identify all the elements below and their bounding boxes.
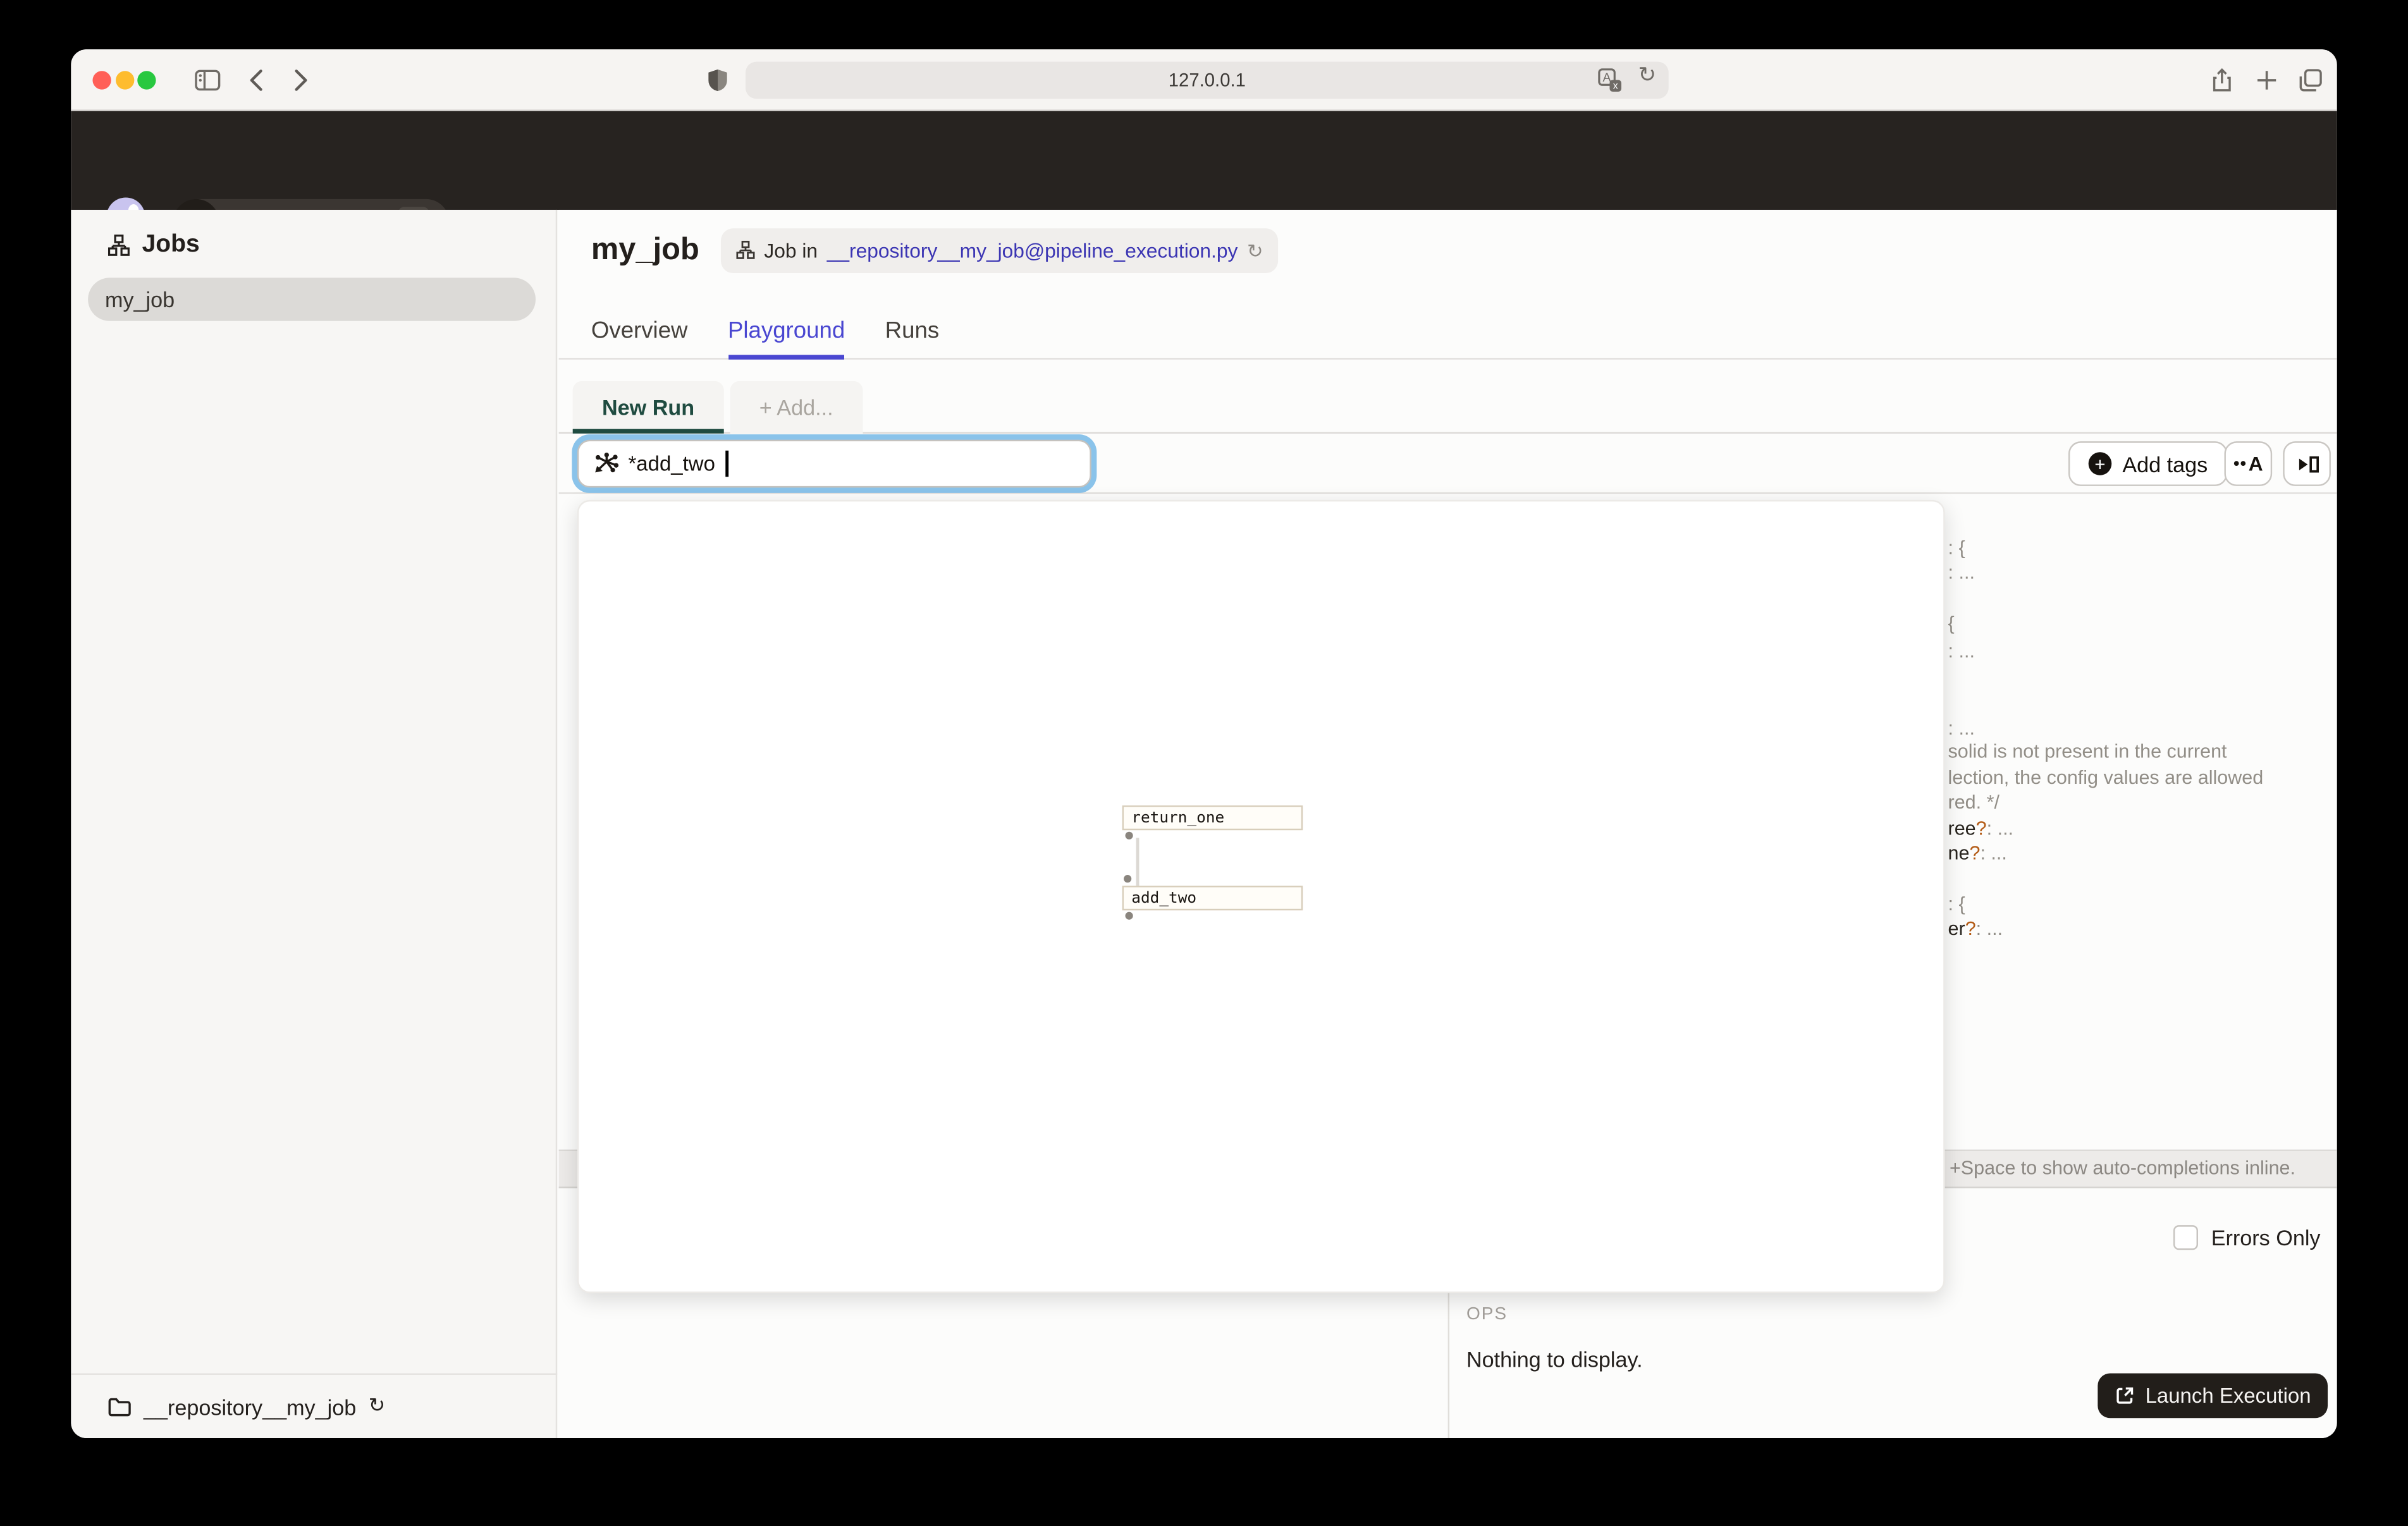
close-window-button[interactable]	[92, 71, 111, 90]
job-badge-reload-icon[interactable]: ↻	[1247, 238, 1263, 262]
add-tags-label: Add tags	[2122, 451, 2208, 477]
shortcuts-dots-icon: ••	[2233, 454, 2247, 473]
app-header: Search... / Runs Assets Status Workspace…	[71, 111, 2337, 247]
screenshot-stage: 127.0.0.1 Ax ↻ Jobs my_job __repository_…	[0, 0, 2408, 1526]
jobs-sidebar: Jobs my_job __repository__my_job ↻	[71, 209, 558, 1439]
graph-node-add-two[interactable]: add_two	[1122, 886, 1303, 911]
repository-reload-icon[interactable]: ↻	[369, 1395, 386, 1419]
tab-runs[interactable]: Runs	[885, 318, 940, 360]
repository-footer[interactable]: __repository__my_job ↻	[71, 1373, 558, 1438]
toggle-panel-button[interactable]	[2283, 441, 2331, 486]
job-badge-prefix: Job in	[764, 238, 818, 262]
tab-add-config[interactable]: + Add...	[730, 381, 863, 434]
output-dot	[1125, 831, 1133, 839]
run-config-tabs: New Run + Add...	[558, 381, 2337, 434]
launch-execution-label: Launch Execution	[2145, 1384, 2311, 1408]
op-graph-flyout: return_one add_two	[577, 499, 1945, 1293]
external-link-icon	[2115, 1386, 2135, 1406]
reload-page-icon[interactable]: ↻	[1638, 63, 1657, 88]
op-selector-input[interactable]: *add_two	[577, 439, 1091, 488]
svg-text:x: x	[1613, 81, 1618, 92]
play-panel-icon	[2295, 451, 2319, 476]
ops-empty-message: Nothing to display.	[1466, 1346, 1643, 1372]
tab-overview[interactable]: Overview	[591, 318, 688, 360]
errors-only-checkbox[interactable]	[2173, 1225, 2197, 1250]
config-line: ree?: ...	[1948, 817, 2014, 839]
config-line: {	[1948, 613, 1955, 635]
text-cursor	[725, 450, 728, 477]
main-content: my_job Job in __repository__my_job@pipel…	[558, 209, 2337, 1439]
config-line: : {	[1948, 537, 1965, 559]
folder-icon	[108, 1396, 132, 1417]
jobs-section-title: Jobs	[142, 231, 200, 258]
autocomplete-hint: +Space to show auto-completions inline.	[1949, 1157, 2295, 1179]
jobs-icon	[108, 235, 130, 256]
add-tags-button[interactable]: + Add tags	[2068, 441, 2228, 486]
config-line: : ...	[1948, 561, 1975, 583]
share-icon[interactable]	[2211, 68, 2234, 92]
playground-toolbar: *add_two + Add tags •• A	[558, 434, 2337, 494]
config-line: red. */	[1948, 791, 2000, 814]
ops-section-header: OPS	[1466, 1305, 1508, 1324]
launch-execution-button[interactable]: Launch Execution	[2098, 1373, 2328, 1419]
jobs-section-header: Jobs	[108, 231, 200, 259]
new-tab-icon[interactable]	[2255, 68, 2278, 92]
op-selector-icon	[593, 451, 619, 476]
config-line: solid is not present in the current	[1948, 740, 2227, 762]
input-dot	[1124, 874, 1132, 882]
job-tabs: Overview Playground Runs	[558, 318, 2337, 360]
page-title-row: my_job Job in __repository__my_job@pipel…	[591, 227, 1279, 273]
browser-window: 127.0.0.1 Ax ↻ Jobs my_job __repository_…	[71, 49, 2337, 1439]
errors-only-toggle: Errors Only	[2173, 1225, 2321, 1250]
page-title: my_job	[591, 232, 699, 267]
graph-edge	[1136, 838, 1139, 886]
config-line: : ...	[1948, 640, 1975, 662]
shortcuts-letter-icon: A	[2248, 452, 2263, 475]
tab-overview-icon[interactable]	[2299, 68, 2323, 92]
config-line: ne?: ...	[1948, 842, 2007, 864]
back-icon[interactable]	[249, 68, 264, 92]
job-badge-icon	[736, 240, 755, 259]
url-text: 127.0.0.1	[1168, 69, 1246, 92]
config-line: lection, the config values are allowed	[1948, 767, 2264, 789]
translate-icon[interactable]: Ax	[1597, 68, 1622, 92]
job-badge-repo-link[interactable]: __repository__my_job@pipeline_execution.…	[827, 238, 1238, 262]
op-selector-value: *add_two	[628, 452, 715, 475]
errors-only-label: Errors Only	[2211, 1225, 2321, 1250]
minimize-window-button[interactable]	[114, 71, 134, 90]
config-line: : {	[1948, 893, 1965, 915]
graph-node-return-one[interactable]: return_one	[1122, 805, 1303, 831]
job-location-badge: Job in __repository__my_job@pipeline_exe…	[721, 228, 1279, 272]
browser-toolbar: 127.0.0.1 Ax ↻	[71, 49, 2337, 111]
sidebar-toggle-icon[interactable]	[195, 68, 221, 92]
address-bar[interactable]: 127.0.0.1 Ax ↻	[746, 61, 1669, 99]
privacy-shield-icon[interactable]	[707, 68, 728, 92]
zoom-window-button[interactable]	[137, 71, 156, 90]
output-dot	[1125, 912, 1133, 920]
forward-icon[interactable]	[293, 68, 309, 92]
tab-new-run[interactable]: New Run	[572, 381, 724, 434]
repository-name: __repository__my_job	[144, 1394, 357, 1419]
tab-playground[interactable]: Playground	[728, 318, 845, 360]
sidebar-item-my-job[interactable]: my_job	[88, 278, 536, 321]
config-line: : ...	[1948, 717, 1975, 740]
config-line: er?: ...	[1948, 918, 2003, 940]
plus-circle-icon: +	[2088, 452, 2112, 475]
shortcuts-button[interactable]: •• A	[2224, 441, 2273, 486]
